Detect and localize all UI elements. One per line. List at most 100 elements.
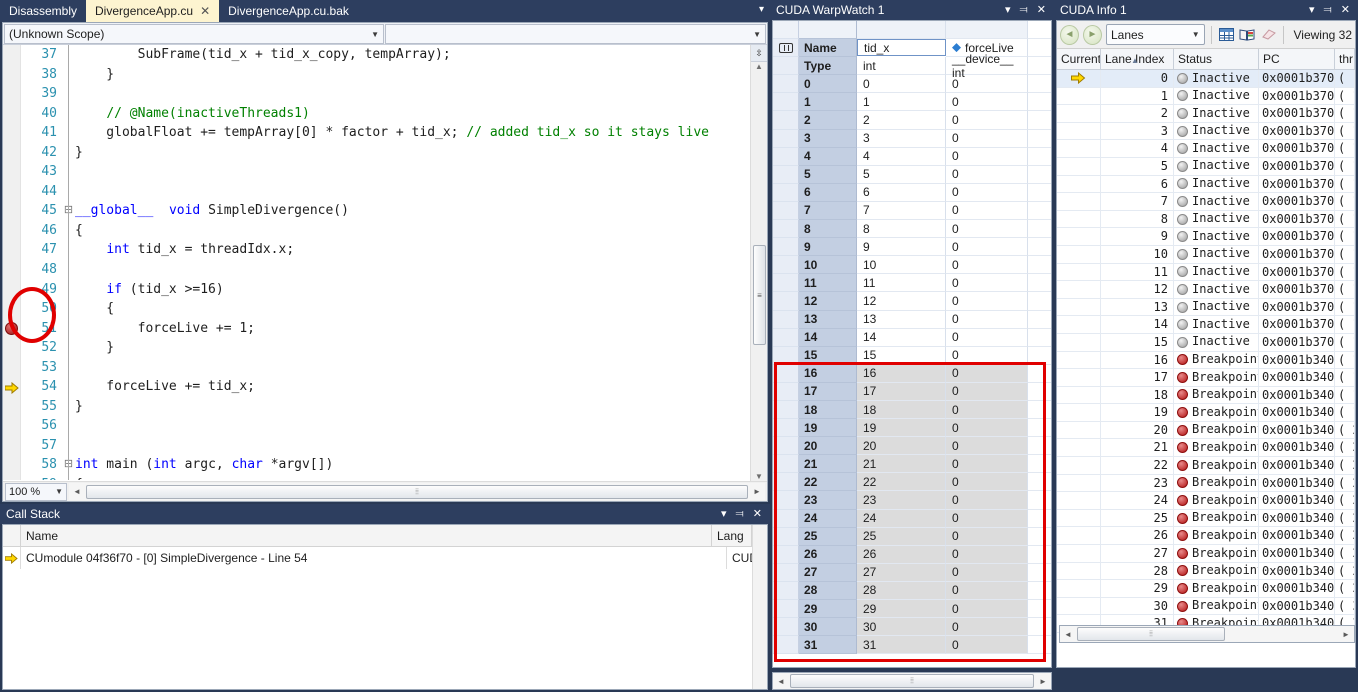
zoom-level-dropdown[interactable]: 100 % ▼ bbox=[5, 483, 67, 501]
cuda-info-lane-row[interactable]: 11Inactive0x0001b370( 1 bbox=[1057, 264, 1355, 282]
cuda-info-lane-row[interactable]: 10Inactive0x0001b370( 1 bbox=[1057, 246, 1355, 264]
warpwatch-value-tid-x[interactable]: 8 bbox=[857, 220, 946, 238]
warpwatch-value-forcelive[interactable]: 0 bbox=[946, 238, 1028, 256]
cuda-info-lane-row[interactable]: 0Inactive0x0001b370( bbox=[1057, 70, 1355, 88]
pin-icon[interactable]: ⫤ bbox=[1323, 5, 1331, 16]
cuda-info-lane-row[interactable]: 7Inactive0x0001b370( 1 bbox=[1057, 193, 1355, 211]
warpwatch-lane-row[interactable]: 18180 bbox=[773, 401, 1051, 419]
cuda-info-lane-row[interactable]: 24Breakpoint0x0001b340( 2 bbox=[1057, 492, 1355, 510]
cuda-info-lane-row[interactable]: 29Breakpoint0x0001b340( 2 bbox=[1057, 580, 1355, 598]
cuda-info-lane-row[interactable]: 4Inactive0x0001b370( 1 bbox=[1057, 140, 1355, 158]
warpwatch-lane-row[interactable]: 12120 bbox=[773, 292, 1051, 310]
warpwatch-value-forcelive[interactable]: 0 bbox=[946, 510, 1028, 528]
close-icon[interactable]: ✕ bbox=[200, 4, 210, 18]
cuda-info-lane-row[interactable]: 15Inactive0x0001b370( 1 bbox=[1057, 334, 1355, 352]
code-line[interactable]: 39 bbox=[3, 84, 767, 104]
grid-view-icon[interactable] bbox=[1218, 27, 1235, 43]
warpwatch-lane-row[interactable]: 15150 bbox=[773, 347, 1051, 365]
warpwatch-lane-row[interactable]: 11110 bbox=[773, 274, 1051, 292]
warpwatch-value-tid-x[interactable]: 18 bbox=[857, 401, 946, 419]
scroll-right-icon[interactable]: ► bbox=[1035, 677, 1051, 686]
cuda-info-lane-row[interactable]: 8Inactive0x0001b370( 1 bbox=[1057, 211, 1355, 229]
code-line[interactable]: 53 bbox=[3, 358, 767, 378]
editor-vertical-scrollbar[interactable]: ⇳ ▲ ≡ ▼ bbox=[750, 45, 767, 481]
cuda-info-lane-row[interactable]: 3Inactive0x0001b370( 1 bbox=[1057, 123, 1355, 141]
scroll-up-icon[interactable]: ▲ bbox=[751, 62, 767, 77]
warpwatch-lane-row[interactable]: 26260 bbox=[773, 546, 1051, 564]
warpwatch-lane-row[interactable]: 990 bbox=[773, 238, 1051, 256]
code-line[interactable]: 59{ bbox=[3, 475, 767, 480]
warpwatch-value-forcelive[interactable]: 0 bbox=[946, 582, 1028, 600]
warpwatch-type-row[interactable]: Typeint__device__ int bbox=[773, 57, 1051, 75]
cuda-info-lane-row[interactable]: 23Breakpoint0x0001b340( 2 bbox=[1057, 475, 1355, 493]
clear-icon[interactable] bbox=[1260, 27, 1277, 43]
warpwatch-value-tid-x[interactable]: 24 bbox=[857, 510, 946, 528]
warpwatch-value-forcelive[interactable]: 0 bbox=[946, 401, 1028, 419]
code-line[interactable]: 37 SubFrame(tid_x + tid_x_copy, tempArra… bbox=[3, 45, 767, 65]
cuda-info-lane-row[interactable]: 6Inactive0x0001b370( 1 bbox=[1057, 176, 1355, 194]
code-line[interactable]: 51 forceLive += 1; bbox=[3, 319, 767, 339]
warpwatch-value-tid-x[interactable]: 12 bbox=[857, 292, 946, 310]
warpwatch-value-forcelive[interactable]: 0 bbox=[946, 329, 1028, 347]
warpwatch-value-tid-x[interactable]: 16 bbox=[857, 365, 946, 383]
warpwatch-lane-row[interactable]: 28280 bbox=[773, 582, 1051, 600]
warpwatch-value-forcelive[interactable]: 0 bbox=[946, 636, 1028, 654]
warpwatch-lane-row[interactable]: 880 bbox=[773, 220, 1051, 238]
warpwatch-add-column[interactable] bbox=[1028, 57, 1051, 75]
warpwatch-value-forcelive[interactable]: 0 bbox=[946, 148, 1028, 166]
chevron-down-icon[interactable]: ▾ bbox=[721, 509, 727, 520]
warpwatch-value-forcelive[interactable]: 0 bbox=[946, 111, 1028, 129]
cuda-info-horizontal-scrollbar[interactable]: ◄ ⦙⦙ ► bbox=[1059, 625, 1355, 643]
warpwatch-lane-row[interactable]: 14140 bbox=[773, 329, 1051, 347]
cuda-info-lane-row[interactable]: 16Breakpoint0x0001b340( 1 bbox=[1057, 352, 1355, 370]
horizontal-scroll-thumb[interactable]: ⦙⦙ bbox=[1077, 627, 1225, 641]
warpwatch-value-forcelive[interactable]: 0 bbox=[946, 600, 1028, 618]
warpwatch-value-tid-x[interactable]: 3 bbox=[857, 130, 946, 148]
warpwatch-value-forcelive[interactable]: 0 bbox=[946, 419, 1028, 437]
warpwatch-value-forcelive[interactable]: 0 bbox=[946, 383, 1028, 401]
call-stack-column-name[interactable]: Name bbox=[21, 525, 712, 547]
warpwatch-value-tid-x[interactable]: 5 bbox=[857, 166, 946, 184]
warpwatch-value-tid-x[interactable]: 27 bbox=[857, 564, 946, 582]
code-line[interactable]: 52 } bbox=[3, 338, 767, 358]
warpwatch-value-forcelive[interactable]: 0 bbox=[946, 618, 1028, 636]
warpwatch-value-tid-x[interactable]: 15 bbox=[857, 347, 946, 365]
cuda-info-lane-row[interactable]: 2Inactive0x0001b370( 1 bbox=[1057, 105, 1355, 123]
warpwatch-value-forcelive[interactable]: 0 bbox=[946, 437, 1028, 455]
horizontal-scroll-thumb[interactable]: ⦙⦙ bbox=[86, 485, 748, 499]
warpwatch-lane-row[interactable]: 17170 bbox=[773, 383, 1051, 401]
warpwatch-value-forcelive[interactable]: 0 bbox=[946, 347, 1028, 365]
warpwatch-horizontal-scrollbar[interactable]: ◄ ⦙⦙ ► bbox=[772, 672, 1052, 690]
warpwatch-lane-row[interactable]: 000 bbox=[773, 75, 1051, 93]
warpwatch-value-tid-x[interactable]: 13 bbox=[857, 311, 946, 329]
close-icon[interactable]: ✕ bbox=[1341, 5, 1350, 16]
cuda-info-lane-row[interactable]: 1Inactive0x0001b370( 1 bbox=[1057, 88, 1355, 106]
warpwatch-lane-row[interactable]: 330 bbox=[773, 130, 1051, 148]
warpwatch-lane-row[interactable]: 19190 bbox=[773, 419, 1051, 437]
forward-button[interactable]: ► bbox=[1083, 25, 1102, 45]
warpwatch-value-tid-x[interactable]: 21 bbox=[857, 455, 946, 473]
warpwatch-value-tid-x[interactable]: 0 bbox=[857, 75, 946, 93]
code-line[interactable]: 41 globalFloat += tempArray[0] * factor … bbox=[3, 123, 767, 143]
scope-dropdown[interactable]: (Unknown Scope) ▼ bbox=[4, 24, 384, 44]
warpwatch-value-forcelive[interactable]: 0 bbox=[946, 473, 1028, 491]
warpwatch-value-tid-x[interactable]: 6 bbox=[857, 184, 946, 202]
warpwatch-value-tid-x[interactable]: 9 bbox=[857, 238, 946, 256]
cuda-info-lane-row[interactable]: 26Breakpoint0x0001b340( 2 bbox=[1057, 527, 1355, 545]
warpwatch-value-forcelive[interactable]: 0 bbox=[946, 256, 1028, 274]
warpwatch-lane-row[interactable]: 22220 bbox=[773, 473, 1051, 491]
editor-horizontal-scrollbar[interactable]: ◄ ⦙⦙ ► bbox=[69, 483, 765, 500]
warpwatch-value-tid-x[interactable]: 7 bbox=[857, 202, 946, 220]
code-line[interactable]: 55} bbox=[3, 397, 767, 417]
warpwatch-value-forcelive[interactable]: 0 bbox=[946, 184, 1028, 202]
warpwatch-value-forcelive[interactable]: 0 bbox=[946, 491, 1028, 509]
chevron-down-icon[interactable]: ▾ bbox=[1309, 5, 1315, 16]
warpwatch-value-forcelive[interactable]: 0 bbox=[946, 528, 1028, 546]
warpwatch-value-forcelive[interactable]: 0 bbox=[946, 75, 1028, 93]
scroll-left-icon[interactable]: ◄ bbox=[69, 487, 85, 496]
warpwatch-value-tid-x[interactable]: 17 bbox=[857, 383, 946, 401]
warpwatch-lane-row[interactable]: 31310 bbox=[773, 636, 1051, 654]
warpwatch-lane-row[interactable]: 30300 bbox=[773, 618, 1051, 636]
editor-tab-2[interactable]: DivergenceApp.cu.bak bbox=[219, 0, 358, 22]
close-icon[interactable]: ✕ bbox=[753, 509, 762, 520]
